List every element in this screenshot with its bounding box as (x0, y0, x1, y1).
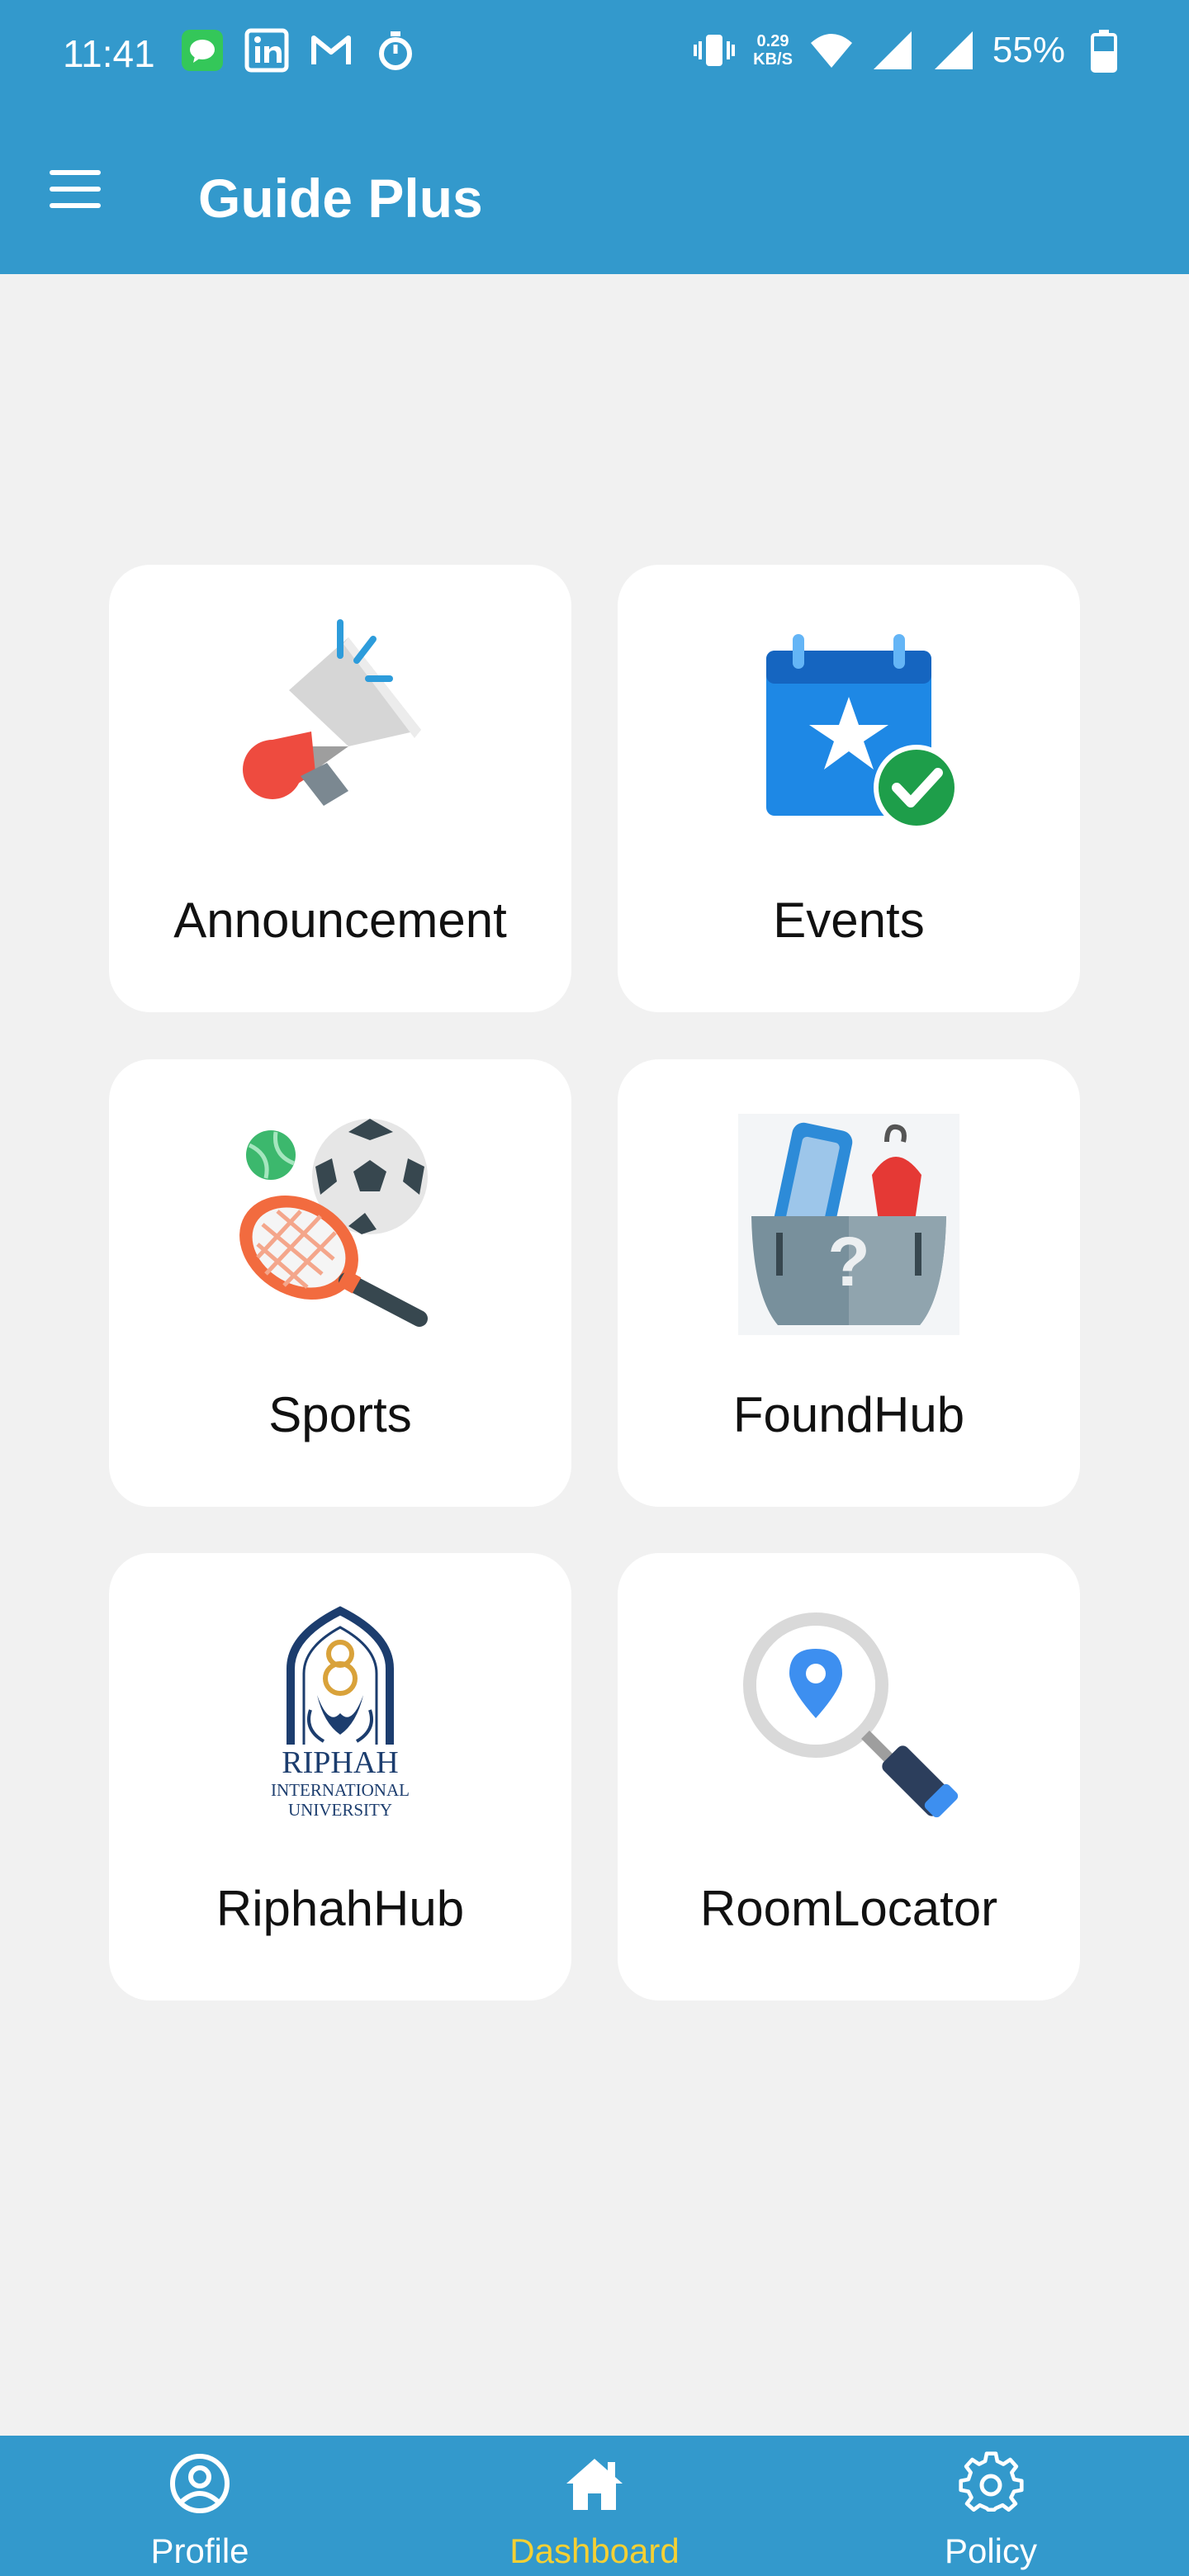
status-time: 11:41 (63, 32, 155, 75)
gear-icon (959, 2451, 1024, 2512)
location-search-icon (743, 1612, 959, 1818)
profile-icon (170, 2454, 230, 2513)
svg-text:RIPHAH: RIPHAH (282, 1745, 398, 1780)
wifi-icon (809, 28, 854, 73)
network-speed: 0.29 KB/S (753, 32, 793, 69)
foundhub-card[interactable]: ? FoundHub (618, 1059, 1080, 1507)
gmail-icon (309, 28, 353, 73)
card-label: Events (773, 893, 925, 948)
battery-percentage: 55% (992, 30, 1065, 70)
nav-profile[interactable]: Profile (76, 2451, 324, 2574)
battery-icon (1082, 28, 1126, 73)
sports-equipment-icon (239, 1119, 428, 1327)
roomlocator-card[interactable]: RoomLocator (618, 1553, 1080, 2001)
timer-icon (373, 28, 418, 73)
linkedin-icon (244, 28, 289, 73)
announcement-card[interactable]: Announcement (109, 565, 571, 1012)
sports-card[interactable]: Sports (109, 1059, 571, 1507)
riphah-logo: RIPHAH INTERNATIONAL UNIVERSITY (271, 1606, 410, 1820)
nav-dashboard[interactable]: Dashboard (471, 2451, 718, 2574)
nav-label: Policy (944, 2531, 1038, 2570)
calendar-star-icon (766, 634, 959, 831)
nav-label: Profile (150, 2531, 249, 2570)
card-label: Sports (268, 1387, 412, 1442)
card-label: Announcement (173, 893, 507, 948)
signal-icon-2 (931, 28, 976, 73)
app-bar: Guide Plus (0, 107, 1189, 274)
riphahhub-card[interactable]: RIPHAH INTERNATIONAL UNIVERSITY RiphahHu… (109, 1553, 571, 2001)
card-label: RiphahHub (216, 1881, 465, 1936)
signal-icon (870, 28, 915, 73)
events-card[interactable]: Events (618, 565, 1080, 1012)
svg-text:?: ? (827, 1223, 869, 1300)
card-label: FoundHub (732, 1387, 965, 1442)
megaphone-icon (243, 619, 421, 806)
svg-text:UNIVERSITY: UNIVERSITY (288, 1800, 392, 1820)
svg-text:INTERNATIONAL: INTERNATIONAL (271, 1780, 410, 1800)
bottom-navigation: Profile Dashboard Policy (0, 2436, 1189, 2576)
lost-found-box-icon: ? (738, 1114, 959, 1335)
menu-button[interactable] (46, 165, 104, 215)
home-icon (566, 2459, 623, 2510)
status-bar: 11:41 0.29 KB/S 55% (0, 0, 1189, 107)
nav-label: Dashboard (509, 2531, 680, 2570)
messages-icon (180, 28, 225, 73)
vibrate-icon (692, 28, 737, 73)
card-label: RoomLocator (699, 1881, 998, 1936)
app-title: Guide Plus (198, 168, 483, 229)
nav-policy[interactable]: Policy (867, 2451, 1115, 2574)
